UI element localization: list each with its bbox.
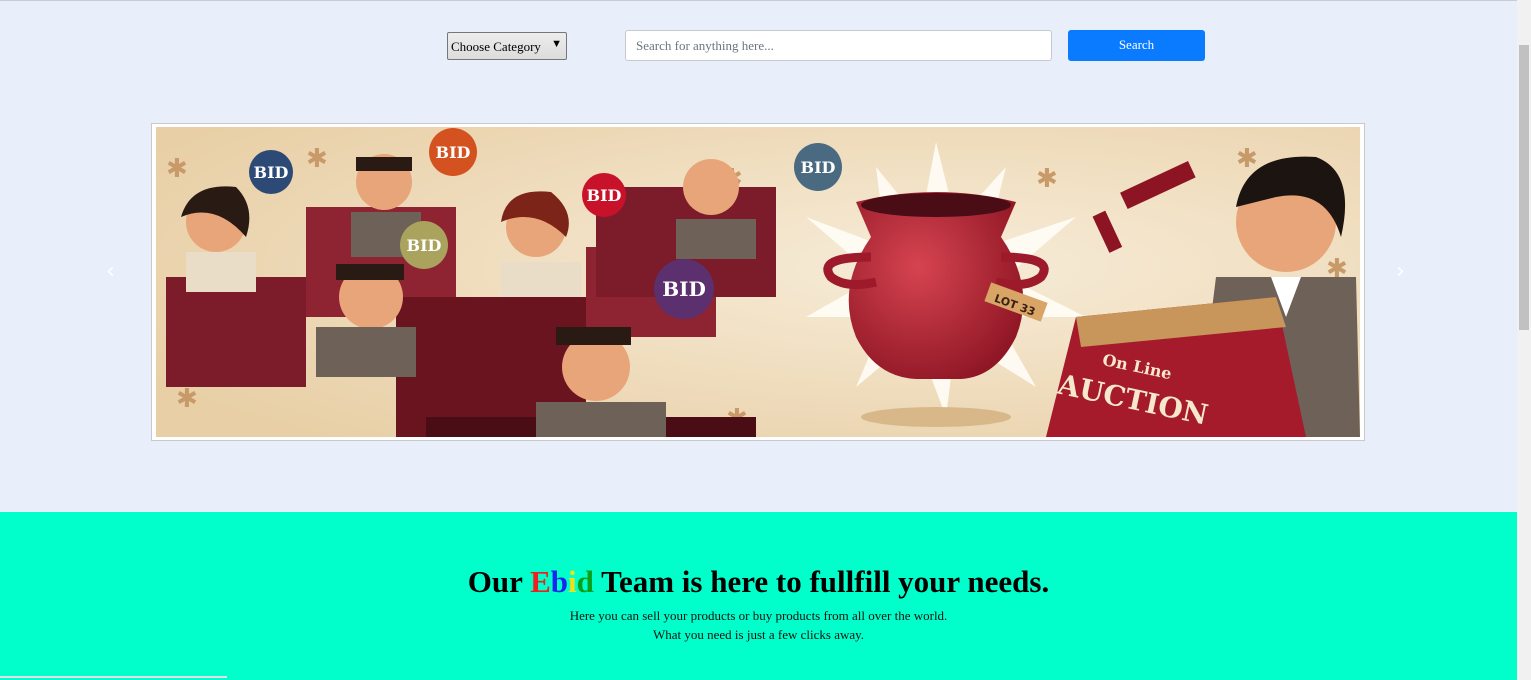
svg-text:✱: ✱ xyxy=(306,144,328,174)
search-button[interactable]: Search xyxy=(1068,30,1205,61)
headline-prefix: Our xyxy=(467,564,531,599)
brand-letter-e: E xyxy=(530,564,551,599)
info-line-2: What you need is just a few clicks away. xyxy=(652,627,865,642)
bottom-divider xyxy=(0,676,227,678)
svg-text:BID: BID xyxy=(801,158,836,177)
brand-letter-d: d xyxy=(576,564,594,599)
carousel-prev-button[interactable]: ‹ xyxy=(106,259,115,284)
svg-text:BID: BID xyxy=(407,236,442,255)
info-section: Our Ebid Team is here to fullfill your n… xyxy=(0,512,1517,680)
svg-text:BID: BID xyxy=(436,143,471,162)
svg-text:✱: ✱ xyxy=(176,384,198,414)
top-border xyxy=(0,0,1517,1)
auction-banner-image: ✱✱✱ ✱✱✱ ✱✱✱ xyxy=(156,127,1360,437)
info-line-1: Here you can sell your products or buy p… xyxy=(569,608,948,623)
brand-letter-b: b xyxy=(550,564,569,599)
svg-text:✱: ✱ xyxy=(1036,164,1058,194)
search-input[interactable]: Search for anything here... xyxy=(625,30,1052,61)
info-headline: Our Ebid Team is here to fullfill your n… xyxy=(0,564,1517,600)
category-select-value: Choose Category xyxy=(451,39,541,54)
dropdown-arrow-icon: ▼ xyxy=(551,38,562,50)
chevron-left-icon: ‹ xyxy=(106,259,115,284)
chevron-right-icon: › xyxy=(1396,259,1405,284)
category-select[interactable]: Choose Category ▼ xyxy=(447,32,567,60)
carousel-next-button[interactable]: › xyxy=(1396,259,1405,284)
svg-text:BID: BID xyxy=(587,186,622,205)
scrollbar-thumb[interactable] xyxy=(1519,45,1529,330)
headline-suffix: Team is here to fullfill your needs. xyxy=(593,564,1050,599)
svg-text:✱: ✱ xyxy=(166,154,188,184)
carousel: ✱✱✱ ✱✱✱ ✱✱✱ xyxy=(151,123,1365,441)
bid-paddle-text: BID xyxy=(254,163,289,182)
svg-text:✱: ✱ xyxy=(1236,144,1258,174)
svg-text:BID: BID xyxy=(662,277,706,301)
brand-letter-i: i xyxy=(568,564,577,599)
